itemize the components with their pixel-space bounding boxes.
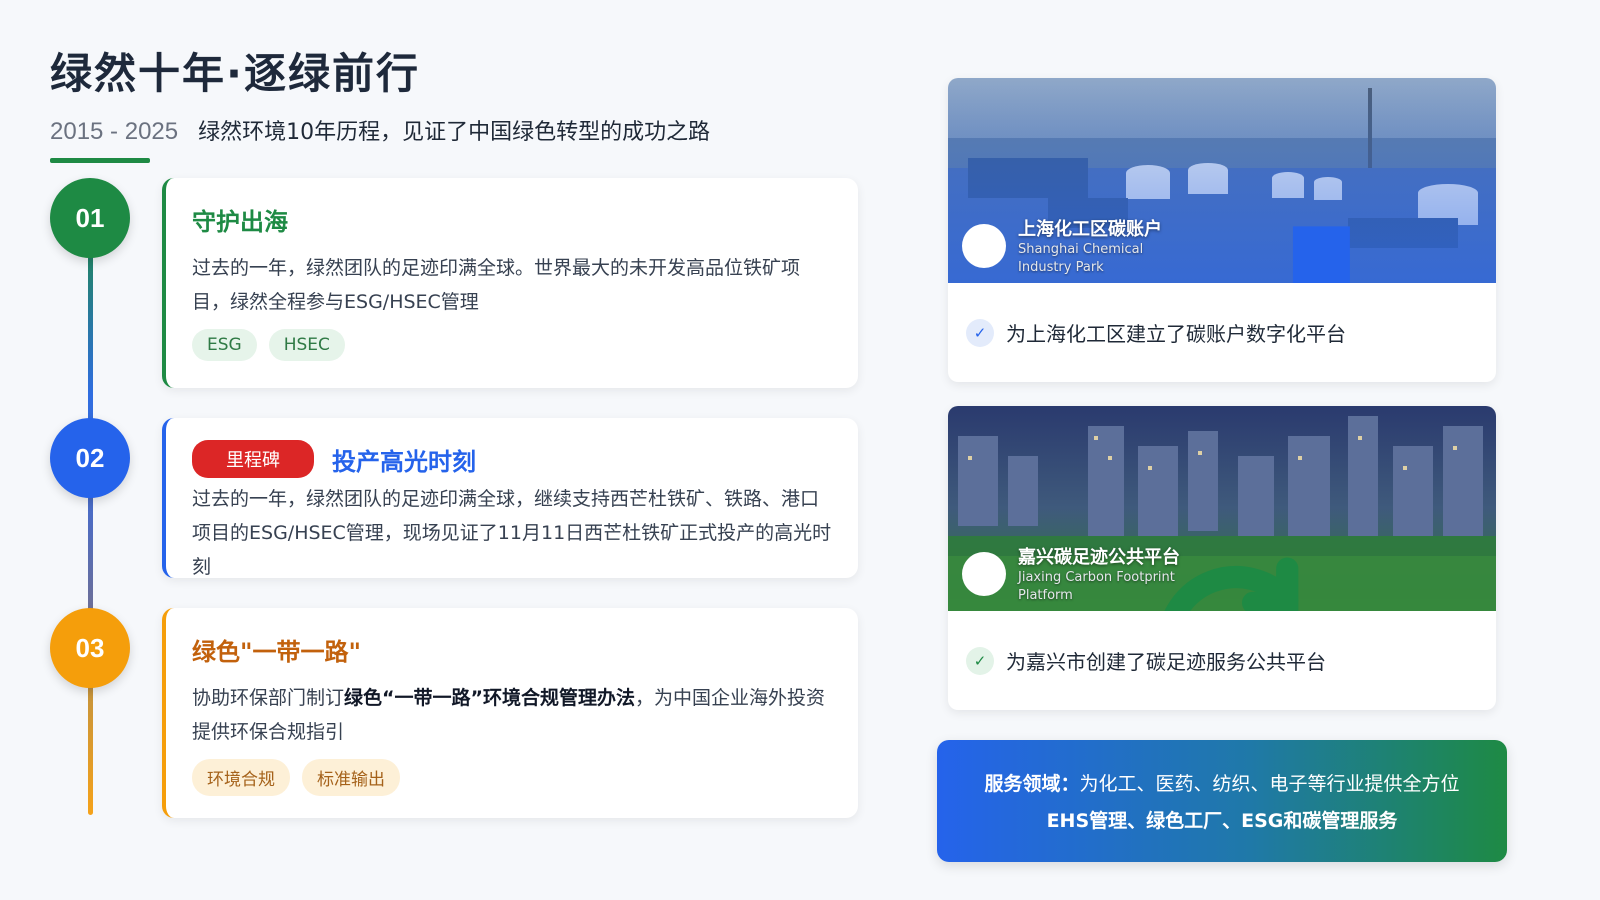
timeline-marker-01: 01 <box>50 178 130 258</box>
timeline-card-02: 里程碑 投产高光时刻 过去的一年，绿然团队的足迹印满全球，继续支持西芒杜铁矿、铁… <box>162 418 858 578</box>
service-text-1: 为化工、医药、纺织、电子等行业提供全方位 <box>1079 773 1460 795</box>
page-subtitle: 绿然环境10年历程，见证了中国绿色转型的成功之路 <box>198 120 711 145</box>
years-range: 2015 - 2025 <box>50 118 179 145</box>
tag-compliance: 环境合规 <box>192 759 290 796</box>
card-text-bold: 绿色“一带一路”环境合规管理办法 <box>344 687 635 709</box>
timeline-card-03: 绿色"一带一路" 协助环保部门制订绿色“一带一路”环境合规管理办法，为中国企业海… <box>162 608 858 818</box>
service-line-2: EHS管理、绿色工厂、ESG和碳管理服务 <box>1046 810 1398 832</box>
card-title: 投产高光时刻 <box>332 447 476 476</box>
project-card-jiaxing: 嘉兴碳足迹公共平台 Jiaxing Carbon Footprint Platf… <box>948 406 1496 710</box>
project-caption: 为嘉兴市创建了碳足迹服务公共平台 <box>1006 650 1326 674</box>
card-text: 过去的一年，绿然团队的足迹印满全球。世界最大的未开发高品位铁矿项目，绿然全程参与… <box>192 257 801 313</box>
milestone-badge: 里程碑 <box>192 440 314 478</box>
service-label: 服务领域： <box>984 773 1080 795</box>
check-icon: ✓ <box>966 318 994 347</box>
tag-hsec: HSEC <box>268 329 345 361</box>
service-line-1: 服务领域：为化工、医药、纺织、电子等行业提供全方位 <box>984 769 1459 796</box>
refresh-icon <box>962 552 1299 611</box>
timeline-card-01: 守护出海 过去的一年，绿然团队的足迹印满全球。世界最大的未开发高品位铁矿项目，绿… <box>162 178 858 388</box>
title-underline <box>50 158 150 163</box>
city-night-photo: 嘉兴碳足迹公共平台 Jiaxing Carbon Footprint Platf… <box>948 406 1496 611</box>
timeline-marker-02: 02 <box>50 418 130 498</box>
card-text-prefix: 协助环保部门制订 <box>192 687 345 709</box>
card-title: 绿色"一带一路" <box>192 638 362 666</box>
check-icon: ✓ <box>966 646 994 675</box>
tag-list: ESG HSEC <box>192 329 832 361</box>
project-caption: 为上海化工区建立了碳账户数字化平台 <box>1006 322 1346 346</box>
service-banner: 服务领域：为化工、医药、纺织、电子等行业提供全方位 EHS管理、绿色工厂、ESG… <box>937 740 1507 862</box>
tag-esg: ESG <box>192 329 257 361</box>
project-caption-row: ✓ 为嘉兴市创建了碳足迹服务公共平台 <box>948 611 1496 710</box>
tag-standard-output: 标准输出 <box>302 759 400 796</box>
factory-icon <box>962 224 1350 283</box>
photo-label: 嘉兴碳足迹公共平台 Jiaxing Carbon Footprint Platf… <box>962 543 1299 611</box>
project-card-shanghai: 上海化工区碳账户 Shanghai Chemical Industry Park… <box>948 78 1496 382</box>
subtitle-row: 2015 - 2025 绿然环境10年历程，见证了中国绿色转型的成功之路 <box>50 114 710 146</box>
timeline-marker-03: 03 <box>50 608 130 688</box>
card-title-row: 里程碑 投产高光时刻 <box>192 440 832 478</box>
tag-list: 环境合规 标准输出 <box>192 759 832 796</box>
project-caption-row: ✓ 为上海化工区建立了碳账户数字化平台 <box>948 283 1496 382</box>
card-text: 协助环保部门制订绿色“一带一路”环境合规管理办法，为中国企业海外投资提供环保合规… <box>192 681 832 749</box>
photo-label: 上海化工区碳账户 Shanghai Chemical Industry Park <box>962 215 1350 283</box>
page-title: 绿然十年·逐绿前行 <box>50 49 420 98</box>
card-title: 守护出海 <box>192 208 288 236</box>
timeline-line <box>88 215 93 815</box>
industrial-park-photo: 上海化工区碳账户 Shanghai Chemical Industry Park <box>948 78 1496 283</box>
card-text: 过去的一年，绿然团队的足迹印满全球，继续支持西芒杜铁矿、铁路、港口项目的ESG/… <box>192 488 832 578</box>
